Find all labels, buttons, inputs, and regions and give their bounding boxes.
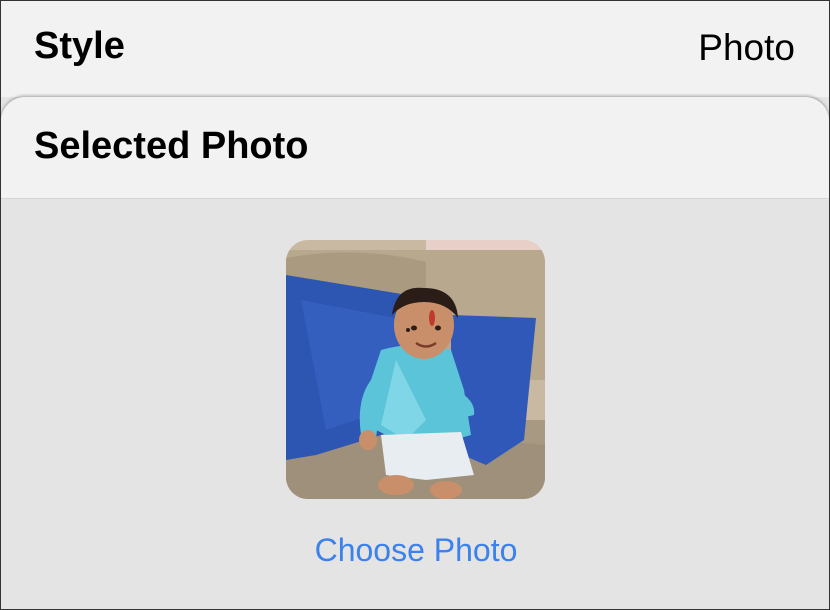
selected-photo-thumbnail[interactable]	[286, 240, 545, 499]
choose-photo-button[interactable]: Choose Photo	[1, 532, 829, 569]
photo-image	[286, 240, 545, 499]
style-value[interactable]: Photo	[698, 27, 795, 69]
settings-screen: Style Photo Selected Photo Choose Photo	[0, 0, 830, 610]
selected-photo-sheet: Selected Photo Choose Photo	[1, 97, 829, 609]
sheet-header: Selected Photo	[1, 97, 829, 199]
style-row[interactable]: Style Photo	[1, 1, 829, 97]
style-label: Style	[34, 25, 125, 67]
sheet-title: Selected Photo	[34, 125, 309, 167]
